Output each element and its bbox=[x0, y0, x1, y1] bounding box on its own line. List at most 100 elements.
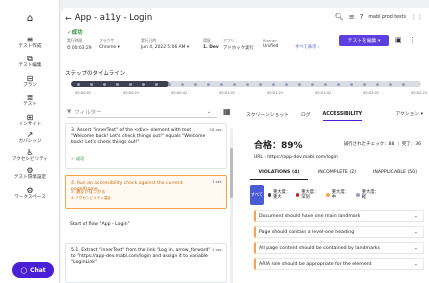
steps-scrollbar[interactable] bbox=[230, 128, 233, 283]
page-title: App - a11y - Login bbox=[74, 13, 153, 23]
sidebar-item-label: テスト bbox=[23, 102, 37, 107]
trend-icon: ↗ bbox=[26, 130, 34, 139]
apps-icon[interactable]: ⋮⋮ bbox=[411, 14, 423, 21]
step-card[interactable]: 5.1. Extract "innerText" from the link "… bbox=[65, 243, 227, 283]
meta-browser[interactable]: ブラウザ Chrome ▾ bbox=[99, 38, 120, 50]
sidebar-item-coverage[interactable]: ↗ カバレッジ bbox=[0, 130, 60, 145]
timeline-step-dot[interactable] bbox=[220, 82, 223, 86]
timeline-step-dot[interactable] bbox=[103, 82, 106, 86]
violation-rule[interactable]: ARIA role should be appropriate for the … bbox=[254, 258, 424, 270]
comment-icon[interactable]: ▣ bbox=[395, 36, 402, 44]
help-icon[interactable]: ? bbox=[360, 13, 364, 21]
sidebar-item-create-test[interactable]: ≡ テスト作成 bbox=[0, 35, 60, 50]
minor-dot-icon bbox=[356, 193, 360, 197]
violation-rule[interactable]: Document should have one main landmark ⌄ bbox=[254, 210, 424, 222]
timeline-step-dot[interactable] bbox=[233, 82, 236, 86]
step-card-failed[interactable]: 4. Run an accessibility check against th… bbox=[65, 175, 227, 209]
timeline-step-dot[interactable] bbox=[259, 82, 262, 86]
scroll-thumb[interactable] bbox=[230, 148, 233, 198]
sidebar-item-workspace[interactable]: ⚙ ワークスペース bbox=[0, 186, 60, 201]
step-card[interactable]: 3. Assert "innerText" of the <div> eleme… bbox=[65, 123, 227, 169]
meta-value: Chrome ▾ bbox=[99, 45, 120, 50]
violation-rule[interactable]: All page content should be contained by … bbox=[254, 242, 424, 254]
sidebar-item-plans[interactable]: ⊟ プラン bbox=[0, 74, 60, 89]
filter-icon: ▼ bbox=[67, 109, 72, 115]
timeline-step-dot[interactable] bbox=[272, 82, 275, 86]
timeline-step-dot[interactable] bbox=[155, 82, 158, 86]
image-icon[interactable]: ▦ bbox=[223, 107, 231, 116]
status-badge: ✓成功 bbox=[67, 30, 83, 36]
back-arrow-icon[interactable]: ← bbox=[65, 14, 72, 23]
timeline-step-dot[interactable] bbox=[246, 82, 249, 86]
severity-label: 重大度：軽 bbox=[361, 190, 379, 200]
meta-key: 実行時間 bbox=[67, 38, 83, 43]
step-status: ✓ 成功 bbox=[71, 156, 85, 161]
flow-start-text: Start of flow "App - Login" bbox=[70, 222, 130, 227]
tab-screenshot[interactable]: スクリーンショット bbox=[246, 111, 289, 121]
critical-dot-icon bbox=[268, 193, 271, 197]
timeline-step-dot[interactable] bbox=[402, 82, 405, 86]
meta-value: 1. Dev bbox=[203, 45, 219, 50]
timeline-step-dot[interactable] bbox=[142, 82, 145, 86]
violation-rule[interactable]: Page should contain a level-one heading … bbox=[254, 226, 424, 238]
show-all-link[interactable]: すべて表示 › bbox=[295, 43, 320, 50]
filter-icon[interactable]: ≡ bbox=[349, 13, 355, 21]
timeline-step-dot[interactable] bbox=[129, 82, 132, 86]
step-text: 5.1. Extract "innerText" from the link "… bbox=[71, 248, 211, 266]
timeline-step-dot[interactable] bbox=[181, 82, 184, 86]
tab-accessibility[interactable]: ACCESSIBILITY bbox=[322, 112, 363, 121]
more-icon[interactable]: ⋮ bbox=[409, 36, 416, 44]
chevron-down-icon: ⌄ bbox=[413, 261, 418, 267]
sidebar-item-tests[interactable]: ≣ テスト bbox=[0, 93, 60, 108]
timeline-step-dot[interactable] bbox=[389, 82, 392, 86]
severity-critical-filter[interactable]: 重大度：重大 bbox=[268, 190, 292, 200]
sidebar: ⌂ ≡ テスト作成 ⧉ テスト編集 ⊟ プラン ≣ テスト ⊞ インサイト ↗ … bbox=[0, 0, 60, 283]
tab-inapplicable[interactable]: INAPPLICABLE (50) bbox=[366, 166, 424, 180]
sidebar-item-home[interactable]: ⌂ bbox=[0, 13, 60, 24]
action-dropdown[interactable]: アクション ▾ bbox=[395, 110, 423, 117]
timeline-track[interactable] bbox=[71, 81, 421, 87]
timeline-step-dot[interactable] bbox=[376, 82, 379, 86]
tab-violations[interactable]: VIOLATIONS (4) bbox=[250, 166, 308, 180]
accessibility-icon: ♿ bbox=[26, 148, 34, 157]
rule-text: All page content should be contained by … bbox=[259, 245, 380, 251]
home-icon: ⌂ bbox=[26, 13, 34, 24]
filter-placeholder: フィルター bbox=[74, 110, 102, 116]
sidebar-item-env-settings[interactable]: ⚙ テスト環境設定 bbox=[0, 166, 60, 181]
timeline-step-dot[interactable] bbox=[168, 82, 171, 86]
timeline-step-dot[interactable] bbox=[311, 82, 314, 86]
severity-moderate-filter[interactable]: 重大度：中 bbox=[326, 190, 352, 200]
tab-logs[interactable]: ログ bbox=[301, 111, 311, 121]
timeline-step-dot[interactable] bbox=[90, 82, 93, 86]
timeline-step-dot[interactable] bbox=[298, 82, 301, 86]
tab-incomplete[interactable]: INCOMPLETE (2) bbox=[308, 166, 366, 180]
timeline-tick-label: 00:02:21 bbox=[411, 91, 428, 95]
meta-runner: Runner Unified bbox=[263, 38, 278, 49]
meta-duration: 実行時間 ⏱ 00:03:29 bbox=[67, 38, 92, 51]
sidebar-item-accessibility[interactable]: ♿ アクセシビリティ bbox=[0, 148, 60, 163]
serious-dot-icon bbox=[296, 193, 300, 197]
timeline-step-dot[interactable] bbox=[350, 82, 353, 86]
chat-icon: ◯ bbox=[20, 266, 28, 274]
timeline-step-dot[interactable] bbox=[363, 82, 366, 86]
severity-serious-filter[interactable]: 重大度：深刻 bbox=[296, 190, 322, 200]
chat-button[interactable]: ◯ Chat bbox=[12, 262, 54, 278]
sidebar-item-label: テスト環境設定 bbox=[13, 175, 47, 180]
timeline-step-dot[interactable] bbox=[207, 82, 210, 86]
severity-all-button[interactable]: すべて bbox=[250, 185, 264, 205]
timeline-step-dot[interactable] bbox=[116, 82, 119, 86]
edit-test-button[interactable]: テストを編集 ▾ bbox=[339, 35, 389, 46]
filter-input[interactable]: ▼ フィルター ⌄ bbox=[67, 107, 217, 118]
sidebar-item-edit-test[interactable]: ⧉ テスト編集 bbox=[0, 54, 60, 69]
sidebar-item-insights[interactable]: ⊞ インサイト bbox=[0, 113, 60, 128]
user-menu[interactable]: mabl prod tests bbox=[368, 15, 406, 20]
timeline-step-dot[interactable] bbox=[194, 82, 197, 86]
timeline-step-dot[interactable] bbox=[285, 82, 288, 86]
meta-date[interactable]: 実行日時 Jun 4, 2022 5:06 AM ▾ bbox=[141, 38, 189, 50]
timeline-step-dot[interactable] bbox=[337, 82, 340, 86]
severity-minor-filter[interactable]: 重大度：軽 bbox=[356, 190, 382, 200]
timeline-step-dot[interactable] bbox=[77, 82, 80, 86]
step-duration: 1 sec bbox=[211, 179, 222, 184]
timeline-step-dot[interactable] bbox=[324, 82, 327, 86]
search-icon[interactable]: 🔍︎ bbox=[335, 13, 344, 21]
